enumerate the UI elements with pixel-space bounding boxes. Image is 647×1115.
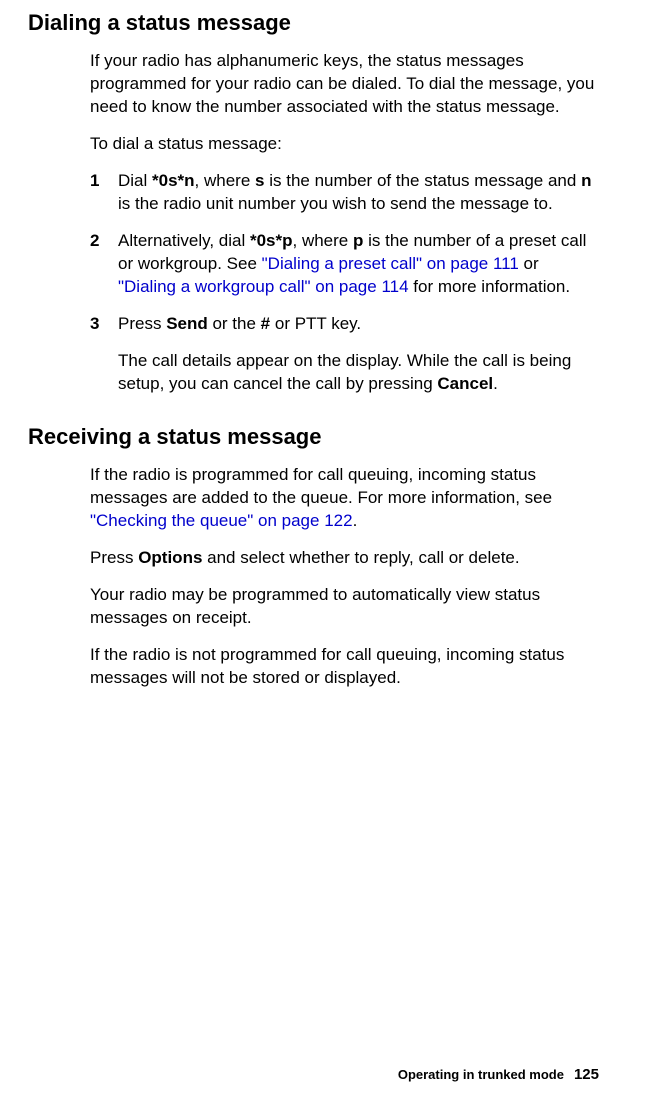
text: or [519,254,539,273]
link-dialing-preset[interactable]: "Dialing a preset call" on page 111 [262,254,519,273]
text: is the radio unit number you wish to sen… [118,194,553,213]
intro-paragraph: If your radio has alphanumeric keys, the… [90,50,599,119]
bold-text: n [581,171,591,190]
text: The call details appear on the display. … [118,351,571,393]
text: . [353,511,358,530]
heading-dialing: Dialing a status message [28,10,599,36]
page-footer: Operating in trunked mode 125 [398,1066,599,1083]
step-1: 1 Dial *0s*n, where s is the number of t… [90,170,599,216]
text: , where [293,231,353,250]
step-content: Alternatively, dial *0s*p, where p is th… [118,230,599,299]
link-dialing-workgroup[interactable]: "Dialing a workgroup call" on page 114 [118,277,409,296]
text: , where [195,171,255,190]
step-2: 2 Alternatively, dial *0s*p, where p is … [90,230,599,299]
step-number: 1 [90,170,118,216]
text: or PTT key. [270,314,361,333]
text: for more information. [409,277,571,296]
bold-text: *0s*p [250,231,293,250]
step-number: 2 [90,230,118,299]
step-content: Press Send or the # or PTT key. [118,313,361,336]
text: Press [90,548,138,567]
text: Press [118,314,166,333]
step-3-sub: The call details appear on the display. … [118,350,599,396]
bold-text: p [353,231,363,250]
instruction-lead: To dial a status message: [90,133,599,156]
bold-text: # [261,314,270,333]
bold-text: Cancel [437,374,493,393]
receiving-p1: If the radio is programmed for call queu… [90,464,599,533]
bold-text: *0s*n [152,171,195,190]
text: is the number of the status message and [265,171,582,190]
step-content: Dial *0s*n, where s is the number of the… [118,170,599,216]
bold-text: Options [138,548,202,567]
footer-section-title: Operating in trunked mode [398,1067,564,1082]
receiving-p4: If the radio is not programmed for call … [90,644,599,690]
bold-text: s [255,171,264,190]
receiving-p2: Press Options and select whether to repl… [90,547,599,570]
step-3: 3 Press Send or the # or PTT key. [90,313,599,336]
text: Dial [118,171,152,190]
text: or the [208,314,261,333]
step-number: 3 [90,313,118,336]
text: Alternatively, dial [118,231,250,250]
text: . [493,374,498,393]
receiving-p3: Your radio may be programmed to automati… [90,584,599,630]
link-checking-queue[interactable]: "Checking the queue" on page 122 [90,511,353,530]
heading-receiving: Receiving a status message [28,424,599,450]
bold-text: Send [166,314,208,333]
page-number: 125 [574,1066,599,1083]
text: If the radio is programmed for call queu… [90,465,552,507]
text: and select whether to reply, call or del… [202,548,519,567]
